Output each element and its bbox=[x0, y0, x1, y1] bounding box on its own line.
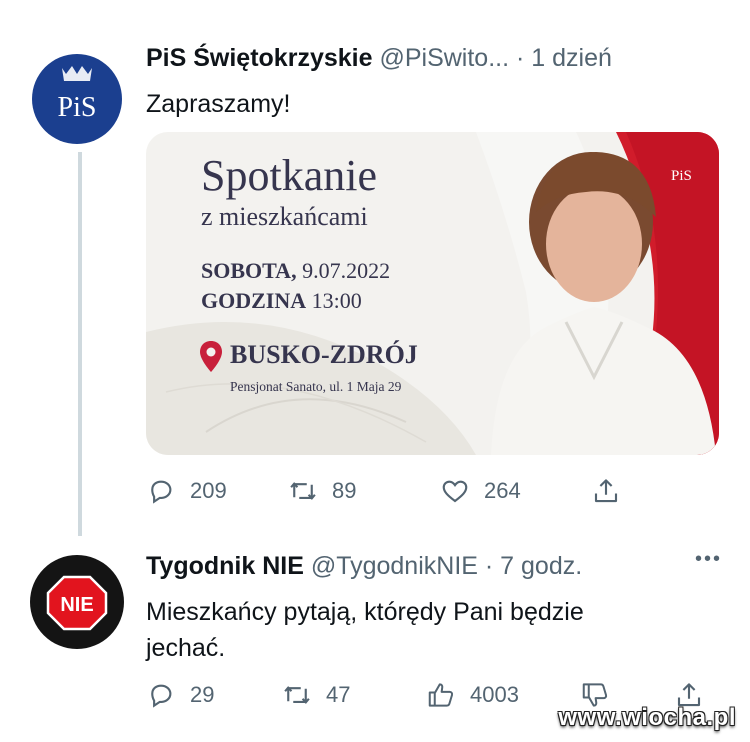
pis-avatar[interactable]: PiS bbox=[32, 54, 122, 144]
retweet-icon bbox=[290, 482, 316, 500]
retweet-count: 47 bbox=[326, 682, 351, 707]
thread-line bbox=[78, 152, 82, 536]
tweet-text: Zapraszamy! bbox=[146, 90, 291, 118]
avatar-text: NIE bbox=[60, 594, 93, 616]
time-value: 13:00 bbox=[306, 288, 362, 313]
like-icon bbox=[442, 480, 468, 503]
share-button[interactable] bbox=[591, 471, 621, 511]
author-name[interactable]: Tygodnik NIE bbox=[146, 552, 304, 580]
reply-count: 29 bbox=[190, 682, 215, 707]
tweet-text: Mieszkańcy pytają, którędy Pani będzie j… bbox=[146, 598, 584, 662]
tweet-time[interactable]: · 7 godz. bbox=[485, 552, 582, 580]
card-date: SOBOTA, 9.07.2022 bbox=[201, 258, 390, 284]
card-title: Spotkanie bbox=[201, 151, 377, 200]
date-value: 9.07.2022 bbox=[296, 258, 391, 283]
reply-count: 209 bbox=[190, 478, 227, 503]
event-image[interactable]: PiS Spotkanie z mieszkańcami SOBOTA, 9.0… bbox=[146, 132, 719, 455]
retweet-icon bbox=[284, 686, 310, 704]
watermark: www.wiocha.pl bbox=[558, 704, 736, 731]
upvote-button[interactable]: 4003 bbox=[426, 675, 519, 715]
stop-sign-icon: NIE bbox=[46, 575, 108, 631]
card-address: Pensjonat Sanato, ul. 1 Maja 29 bbox=[230, 379, 402, 394]
card-town: BUSKO-ZDRÓJ bbox=[230, 340, 418, 369]
like-count: 264 bbox=[484, 478, 521, 503]
tweet-2[interactable]: Tygodnik NIE @TygodnikNIE · 7 godz. ••• … bbox=[146, 548, 750, 666]
date-label: SOBOTA, bbox=[201, 258, 297, 283]
pis-logo-icon: PiS bbox=[58, 66, 97, 123]
avatar-text: PiS bbox=[58, 92, 97, 123]
retweet-button[interactable]: 89 bbox=[288, 471, 356, 511]
tweet-1-actions: 209 89 264 bbox=[146, 471, 618, 511]
reply-button[interactable]: 29 bbox=[146, 675, 214, 715]
like-button[interactable]: 264 bbox=[440, 471, 521, 511]
retweet-button[interactable]: 47 bbox=[282, 675, 350, 715]
share-icon bbox=[594, 479, 618, 503]
tweet-1[interactable]: PiS Świętokrzyskie @PiSwito... · 1 dzień… bbox=[146, 40, 750, 122]
author-handle[interactable]: @PiSwito... bbox=[379, 44, 509, 72]
reply-button[interactable]: 209 bbox=[146, 471, 227, 511]
upvote-count: 4003 bbox=[470, 682, 519, 707]
card-time: GODZINA 13:00 bbox=[201, 288, 362, 314]
card-subtitle: z mieszkańcami bbox=[201, 202, 368, 231]
tweet-time[interactable]: · 1 dzień bbox=[516, 44, 612, 72]
author-name[interactable]: PiS Świętokrzyskie bbox=[146, 44, 373, 72]
tweet-header: Tygodnik NIE @TygodnikNIE · 7 godz. bbox=[146, 548, 750, 584]
pin-icon bbox=[200, 341, 222, 372]
time-label: GODZINA bbox=[201, 288, 307, 313]
tweet-header: PiS Świętokrzyskie @PiSwito... · 1 dzień bbox=[146, 40, 750, 76]
nie-avatar[interactable]: NIE bbox=[30, 555, 124, 649]
reply-icon bbox=[151, 480, 172, 504]
more-icon[interactable]: ••• bbox=[695, 548, 722, 571]
reply-icon bbox=[151, 684, 172, 708]
author-handle[interactable]: @TygodnikNIE bbox=[311, 552, 478, 580]
card-brand: PiS bbox=[671, 168, 692, 184]
retweet-count: 89 bbox=[332, 478, 357, 503]
upvote-icon bbox=[428, 683, 454, 707]
